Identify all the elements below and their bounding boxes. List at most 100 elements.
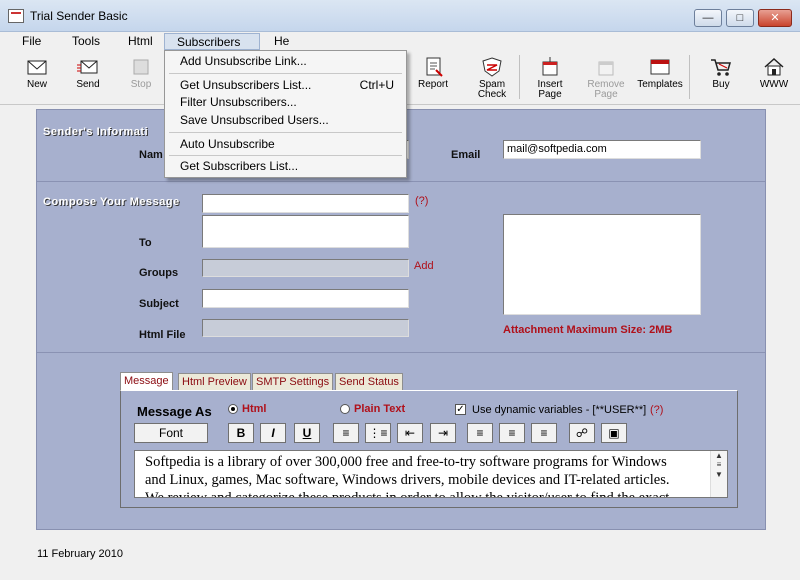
- new-label: New: [26, 79, 47, 90]
- remove-page-button[interactable]: Remove Page: [579, 55, 633, 103]
- sender-email-input[interactable]: mail@softpedia.com: [503, 140, 701, 159]
- plain-text-radio[interactable]: [340, 404, 350, 414]
- dynamic-help-link[interactable]: (?): [650, 404, 663, 416]
- page-label: Page: [538, 89, 562, 100]
- stop-button[interactable]: Stop: [114, 55, 168, 103]
- shield-icon: [481, 57, 503, 77]
- scroll-up-icon[interactable]: ▲: [711, 451, 727, 460]
- insert-link-button[interactable]: ☍: [569, 423, 595, 443]
- plain-text-option-label[interactable]: Plain Text: [354, 403, 405, 415]
- scroll-thumb-icon[interactable]: ≡: [711, 460, 727, 470]
- menu-item-add-unsubscribe-link[interactable]: Add Unsubscribe Link...: [167, 52, 404, 70]
- underline-button[interactable]: U: [294, 423, 320, 443]
- bullet-list-icon: ⋮≡: [368, 426, 388, 440]
- groups-label: Groups: [139, 267, 179, 279]
- status-date: 11 February 2010: [37, 548, 124, 560]
- numbered-list-icon: ≡: [342, 426, 350, 440]
- align-right-button[interactable]: ≡: [531, 423, 557, 443]
- menu-separator: [169, 155, 402, 156]
- compose-help-link[interactable]: (?): [415, 195, 428, 207]
- home-icon: [763, 57, 785, 77]
- align-left-icon: ≡: [476, 426, 484, 440]
- page-label-2: Page: [594, 89, 618, 100]
- templates-button[interactable]: Templates: [633, 55, 687, 103]
- send-button[interactable]: Send: [61, 55, 115, 103]
- insert-image-button[interactable]: ▣: [601, 423, 627, 443]
- align-center-button[interactable]: ≡: [499, 423, 525, 443]
- toolbar-separator: [519, 55, 520, 99]
- indent-button[interactable]: ⇥: [430, 423, 456, 443]
- menu-item-filter-unsubscribers[interactable]: Filter Unsubscribers...: [167, 93, 404, 111]
- menu-item-label: Get Subscribers List...: [180, 159, 299, 173]
- body-line: and Linux, games, Mac software, Windows …: [145, 472, 670, 488]
- to-input[interactable]: [202, 215, 409, 248]
- globe-link-icon: ☍: [575, 426, 589, 440]
- menu-item-save-unsubscribed-users[interactable]: Save Unsubscribed Users...: [167, 111, 404, 129]
- bold-button[interactable]: B: [228, 423, 254, 443]
- subscribers-dropdown-menu: Add Unsubscribe Link... Get Unsubscriber…: [164, 50, 407, 178]
- report-button[interactable]: Report: [406, 55, 460, 103]
- title-bar: Trial Sender Basic — □ ✕: [0, 0, 800, 32]
- tab-message[interactable]: Message: [120, 372, 173, 392]
- indent-icon: ⇥: [437, 426, 449, 440]
- subject-input[interactable]: [202, 289, 409, 308]
- menu-tools[interactable]: Tools: [70, 33, 102, 50]
- html-file-input[interactable]: [202, 319, 409, 337]
- buy-label: Buy: [712, 79, 730, 90]
- attachment-list[interactable]: [503, 214, 701, 315]
- html-option-label[interactable]: Html: [242, 403, 266, 415]
- attachment-note: Attachment Maximum Size: 2MB: [503, 324, 673, 336]
- menu-item-auto-unsubscribe[interactable]: Auto Unsubscribe: [167, 135, 404, 153]
- tab-html-preview[interactable]: Html Preview: [178, 373, 251, 391]
- compose-top-input[interactable]: [202, 194, 409, 213]
- envelope-icon: [26, 57, 48, 77]
- scroll-down-icon[interactable]: ▼: [711, 470, 727, 479]
- outdent-button[interactable]: ⇤: [397, 423, 423, 443]
- menu-help[interactable]: He: [272, 33, 291, 50]
- menu-item-label: Get Unsubscribers List...: [180, 78, 312, 92]
- menu-item-get-subscribers-list[interactable]: Get Subscribers List...: [167, 157, 404, 175]
- report-label: Report: [417, 79, 448, 90]
- align-center-icon: ≡: [508, 426, 516, 440]
- align-right-icon: ≡: [540, 426, 548, 440]
- insert-page-icon: [539, 57, 561, 77]
- bullet-list-button[interactable]: ⋮≡: [365, 423, 391, 443]
- message-body-editor[interactable]: Softpedia is a library of over 300,000 f…: [134, 450, 728, 498]
- new-button[interactable]: New: [10, 55, 64, 103]
- numbered-list-button[interactable]: ≡: [333, 423, 359, 443]
- editor-scrollbar[interactable]: ▲ ≡ ▼: [710, 451, 727, 497]
- html-file-label: Html File: [139, 329, 186, 341]
- minimize-button[interactable]: —: [694, 9, 722, 27]
- add-group-link[interactable]: Add: [414, 260, 434, 272]
- groups-input[interactable]: [202, 259, 409, 277]
- maximize-button[interactable]: □: [726, 9, 754, 27]
- www-label: WWW: [759, 79, 789, 90]
- align-left-button[interactable]: ≡: [467, 423, 493, 443]
- close-button[interactable]: ✕: [758, 9, 792, 27]
- stop-icon: [130, 57, 152, 77]
- buy-button[interactable]: Buy: [694, 55, 748, 103]
- menu-item-get-unsubscribers-list[interactable]: Get Unsubscribers List... Ctrl+U: [167, 76, 404, 94]
- template-icon: [649, 57, 671, 77]
- italic-button[interactable]: I: [260, 423, 286, 443]
- www-button[interactable]: WWW: [748, 55, 800, 103]
- html-radio[interactable]: [228, 404, 238, 414]
- menu-subscribers[interactable]: Subscribers: [164, 33, 260, 50]
- image-icon: ▣: [608, 426, 620, 440]
- send-label: Send: [76, 79, 100, 90]
- dynamic-variables-checkbox[interactable]: ✓: [455, 404, 466, 415]
- menu-separator: [169, 73, 402, 74]
- menu-separator: [169, 132, 402, 133]
- dynamic-variables-label: Use dynamic variables - [**USER**]: [472, 404, 647, 416]
- menu-file[interactable]: File: [20, 33, 43, 50]
- menu-html[interactable]: Html: [126, 33, 155, 50]
- font-button[interactable]: Font: [134, 423, 208, 443]
- insert-page-button[interactable]: Insert Page: [523, 55, 577, 103]
- tab-send-status[interactable]: Send Status: [335, 373, 403, 391]
- sender-section-title: Sender's Informati: [43, 126, 149, 138]
- tab-smtp-settings[interactable]: SMTP Settings: [252, 373, 334, 391]
- toolbar-separator: [689, 55, 690, 99]
- spam-check-button[interactable]: Spam Check: [465, 55, 519, 103]
- remove-page-icon: [595, 57, 617, 77]
- app-icon: [8, 9, 24, 23]
